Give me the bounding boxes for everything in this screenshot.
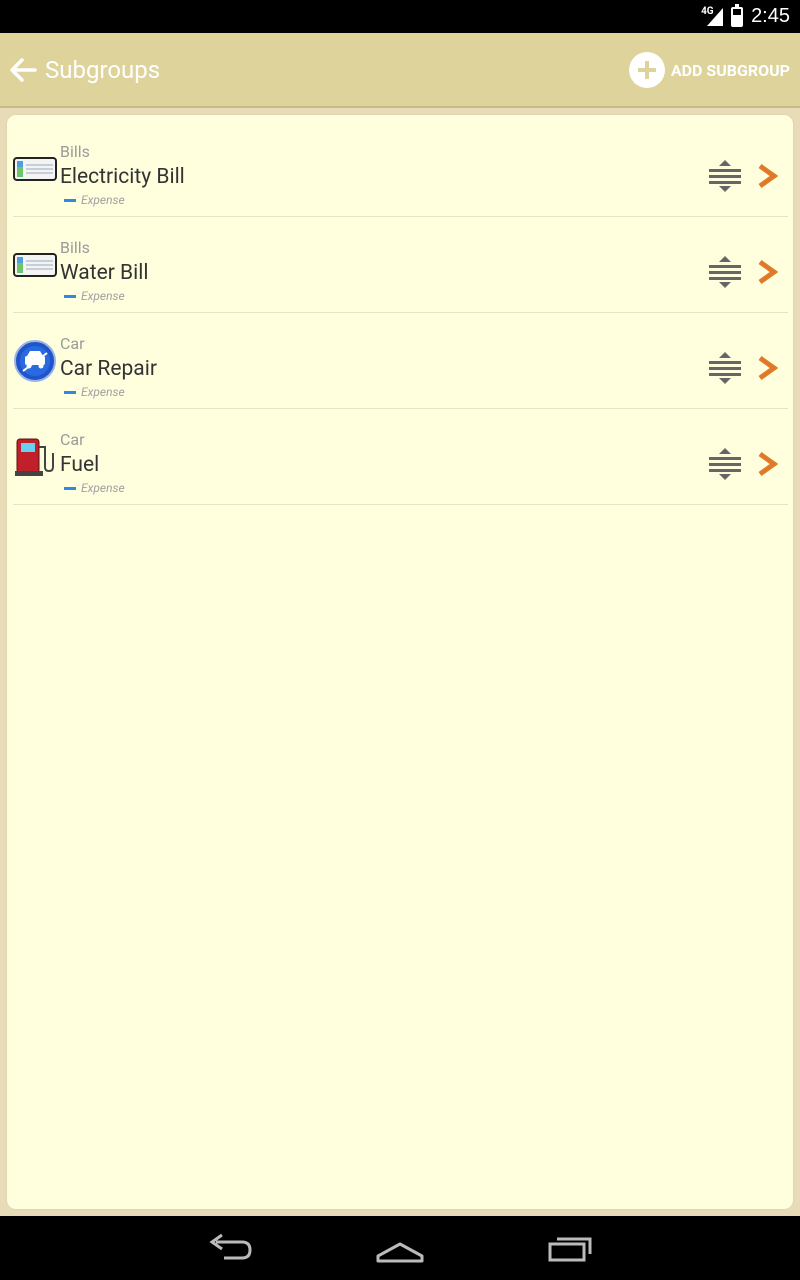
item-group: Bills — [60, 142, 90, 161]
page-title: Subgroups — [45, 56, 161, 84]
chevron-right-icon[interactable] — [755, 451, 779, 477]
reorder-icon[interactable] — [707, 351, 743, 385]
chevron-right-icon[interactable] — [755, 163, 779, 189]
item-type: Expense — [64, 289, 125, 303]
item-type: Expense — [64, 385, 125, 399]
list-item[interactable]: Bills Water Bill Expense — [13, 217, 788, 313]
status-bar: 4G 2:45 — [0, 0, 800, 33]
bill-icon — [13, 157, 57, 181]
item-name: Car Repair — [60, 357, 157, 381]
item-group: Car — [60, 430, 85, 449]
reorder-icon[interactable] — [707, 447, 743, 481]
action-bar: Subgroups ADD SUBGROUP — [0, 33, 800, 108]
add-icon — [628, 52, 665, 88]
item-name: Water Bill — [60, 261, 149, 285]
reorder-icon[interactable] — [707, 159, 743, 193]
back-nav-icon[interactable] — [202, 1230, 258, 1266]
chevron-right-icon[interactable] — [755, 259, 779, 285]
fuel-pump-icon — [15, 438, 54, 476]
list-item[interactable]: Bills Electricity Bill Expense — [13, 121, 788, 217]
signal-icon: 4G — [701, 6, 724, 28]
list-item[interactable]: Car Car Repair Expense — [13, 313, 788, 409]
item-type: Expense — [64, 481, 125, 495]
car-repair-icon — [14, 340, 56, 382]
item-name: Electricity Bill — [60, 165, 185, 189]
chevron-right-icon[interactable] — [755, 355, 779, 381]
recent-apps-icon[interactable] — [542, 1230, 598, 1266]
item-type: Expense — [64, 193, 125, 207]
bill-icon — [13, 253, 57, 277]
battery-icon — [731, 3, 744, 27]
item-group: Bills — [60, 238, 90, 257]
list-item[interactable]: Car Fuel Expense — [13, 409, 788, 505]
reorder-icon[interactable] — [707, 255, 743, 289]
add-subgroup-button[interactable]: ADD SUBGROUP — [628, 50, 790, 90]
subgroup-list: Bills Electricity Bill Expense Bills Wat… — [6, 114, 794, 1210]
clock: 2:45 — [751, 5, 790, 27]
back-arrow-icon[interactable] — [8, 55, 38, 85]
item-name: Fuel — [60, 453, 100, 477]
navigation-bar — [0, 1216, 800, 1280]
item-group: Car — [60, 334, 85, 353]
add-subgroup-label: ADD SUBGROUP — [670, 60, 790, 80]
home-nav-icon[interactable] — [372, 1230, 428, 1266]
